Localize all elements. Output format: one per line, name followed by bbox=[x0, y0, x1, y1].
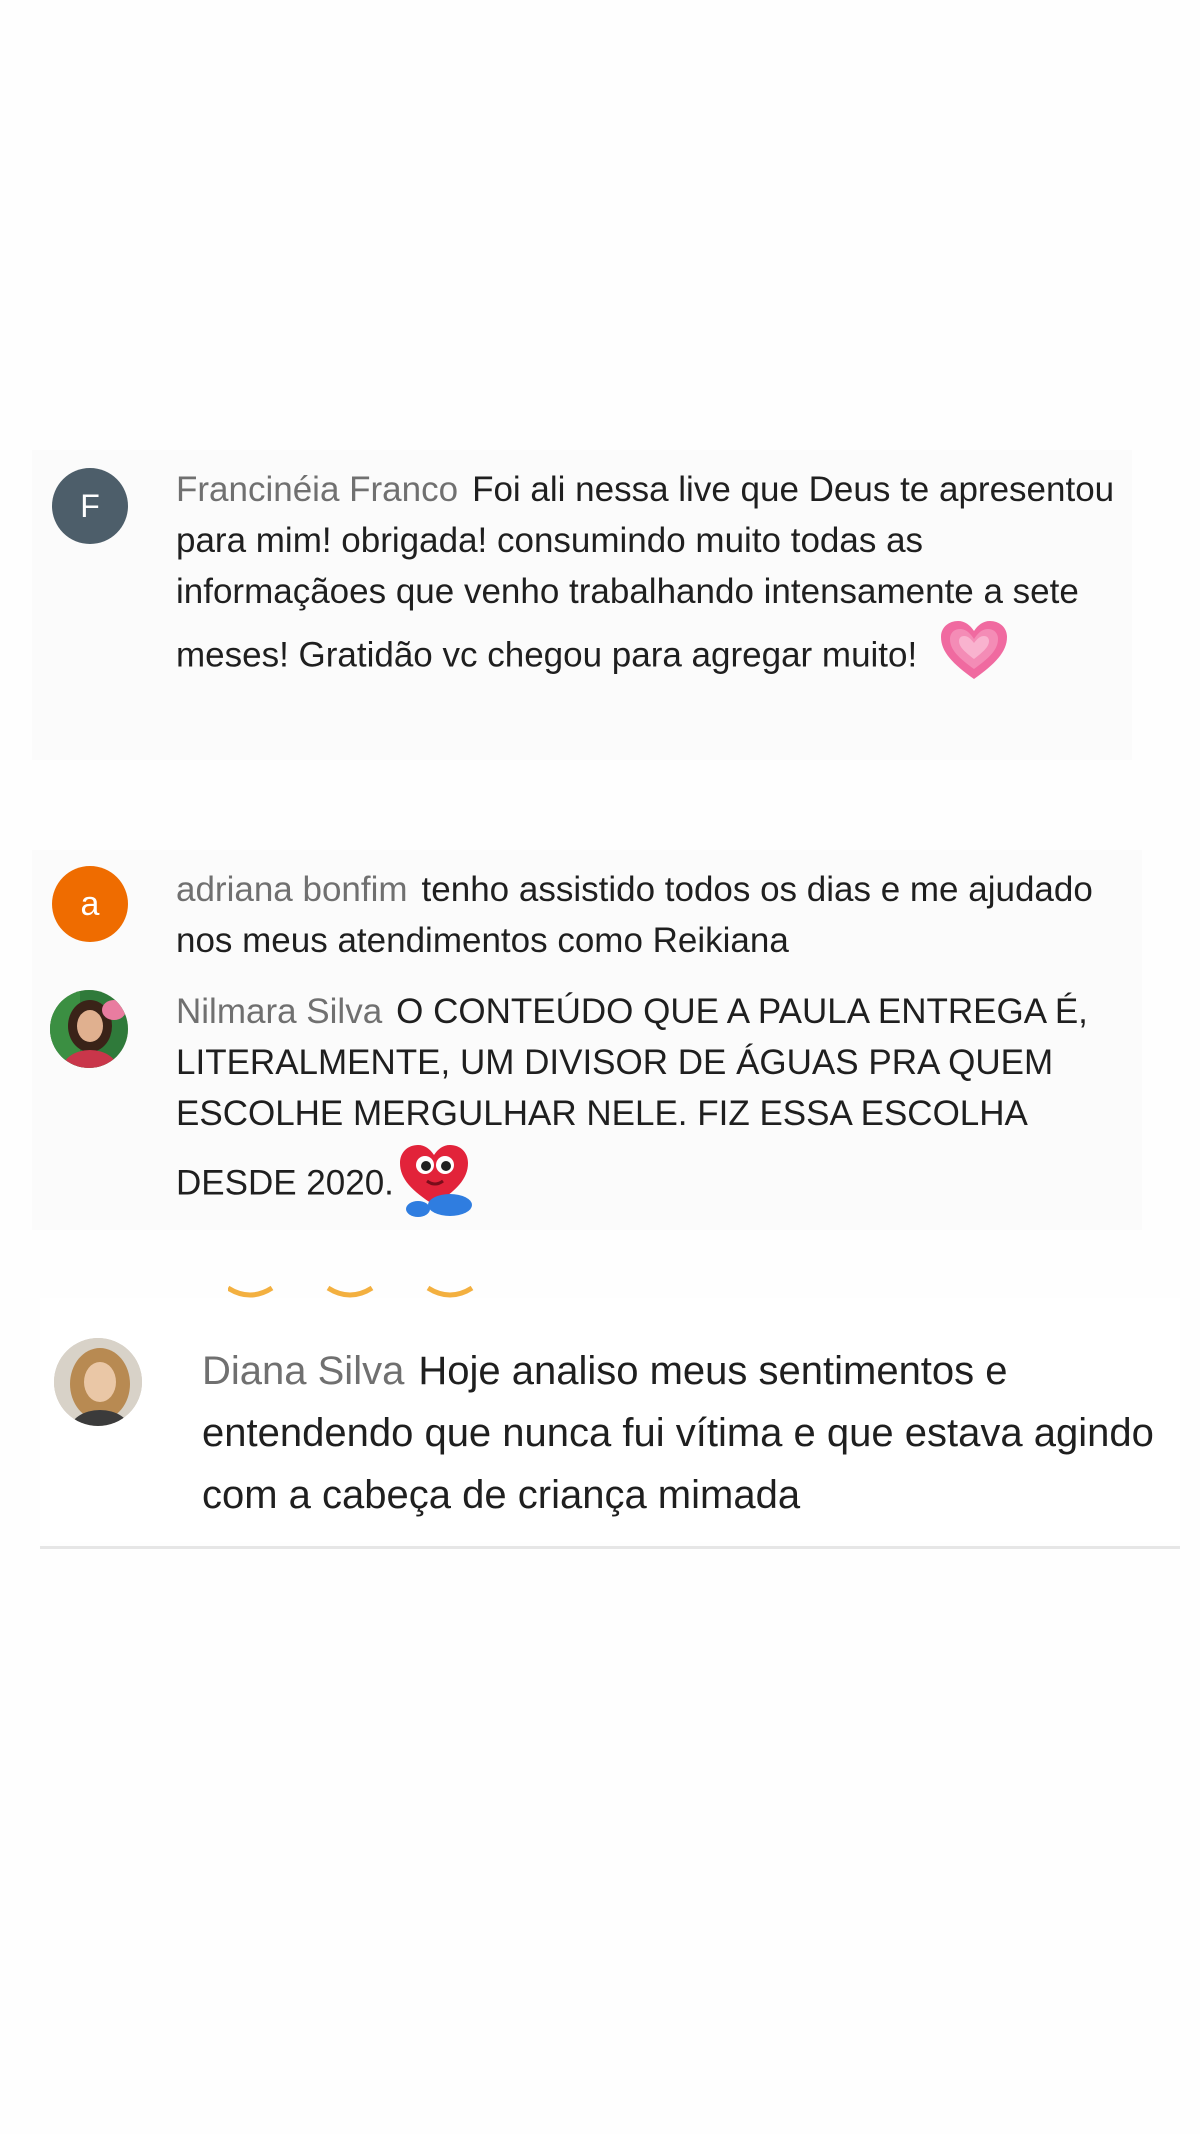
profile-photo bbox=[54, 1338, 142, 1426]
avatar[interactable]: F bbox=[52, 468, 128, 544]
avatar-letter: F bbox=[80, 487, 100, 524]
heart-character-icon bbox=[394, 1139, 478, 1231]
comment-card-1: F Francinéia Franco Foi ali nessa live qu… bbox=[32, 450, 1132, 760]
comment-body: Diana Silva Hoje analiso meus sentimentos… bbox=[202, 1340, 1172, 1526]
profile-photo bbox=[50, 990, 128, 1068]
comment-body: Nilmara Silva O CONTEÚDO QUE A PAULA ENTR… bbox=[176, 986, 1136, 1231]
comment-card-3: Diana Silva Hoje analiso meus sentimentos… bbox=[40, 1298, 1180, 1542]
divider bbox=[40, 1546, 1180, 1549]
comment-author[interactable]: adriana bonfim bbox=[176, 870, 408, 909]
comment-author[interactable]: Diana Silva bbox=[202, 1349, 404, 1393]
pink-heart-icon bbox=[937, 617, 1011, 697]
avatar[interactable] bbox=[50, 990, 128, 1068]
screenshot-canvas: F Francinéia Franco Foi ali nessa live qu… bbox=[0, 0, 1200, 2134]
comment-author[interactable]: Nilmara Silva bbox=[176, 992, 382, 1031]
avatar[interactable]: a bbox=[52, 866, 128, 942]
comment-body: Francinéia Franco Foi ali nessa live que … bbox=[176, 464, 1116, 697]
comment-body: adriana bonfim tenho assistido todos os d… bbox=[176, 864, 1136, 966]
avatar[interactable] bbox=[54, 1338, 142, 1426]
avatar-letter: a bbox=[80, 884, 100, 923]
comment-author[interactable]: Francinéia Franco bbox=[176, 470, 458, 509]
comment-card-2: a adriana bonfim tenho assistido todos os… bbox=[32, 850, 1142, 1230]
